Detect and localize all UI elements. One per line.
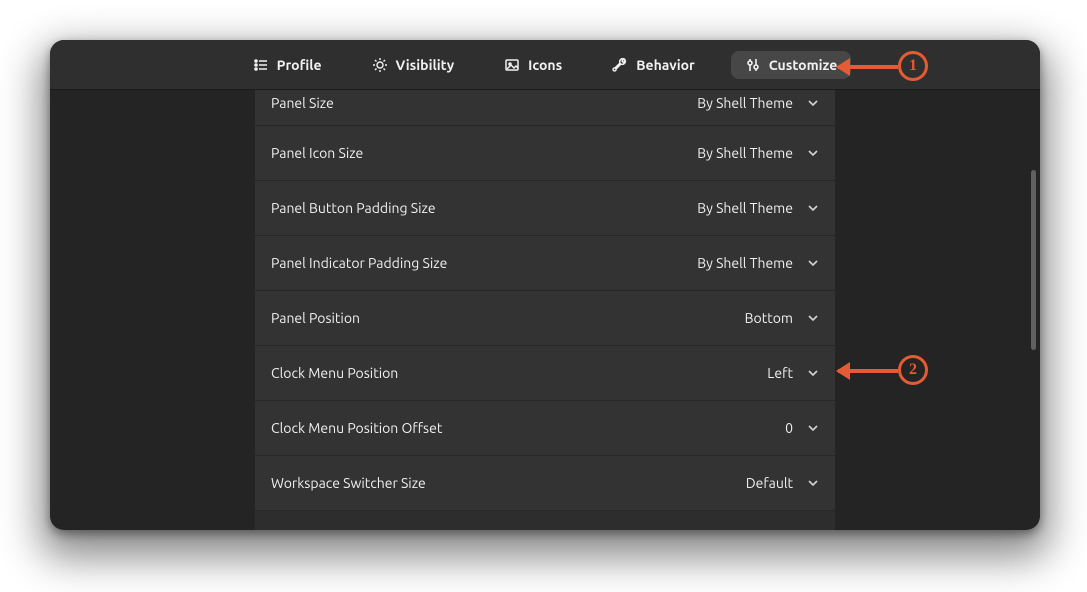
tab-label: Profile [277,57,322,73]
setting-row-panel-position[interactable]: Panel Position Bottom [255,291,835,346]
tab-profile[interactable]: Profile [239,51,336,79]
annotation-arrow-2 [838,369,898,373]
setting-label: Panel Indicator Padding Size [271,255,447,271]
image-icon [504,57,520,73]
setting-row-panel-icon-size[interactable]: Panel Icon Size By Shell Theme [255,126,835,181]
annotation-number: 1 [909,57,917,75]
setting-label: Panel Button Padding Size [271,200,436,216]
chevron-down-icon [807,312,819,324]
setting-label: Panel Icon Size [271,145,363,161]
settings-window: Profile Visibility [50,40,1040,530]
tab-label: Behavior [636,57,695,73]
setting-row-clock-menu-position[interactable]: Clock Menu Position Left [255,346,835,401]
annotation-arrow-1 [838,65,898,69]
tab-visibility[interactable]: Visibility [358,51,469,79]
sun-icon [372,57,388,73]
chevron-down-icon [807,202,819,214]
tab-customize[interactable]: Customize [731,51,852,79]
setting-value: By Shell Theme [697,95,793,111]
chevron-down-icon [807,477,819,489]
setting-row-workspace-switcher-size[interactable]: Workspace Switcher Size Default [255,456,835,511]
chevron-down-icon [807,97,819,109]
setting-value: 0 [785,420,793,436]
tab-label: Icons [528,57,562,73]
setting-row-panel-indicator-padding[interactable]: Panel Indicator Padding Size By Shell Th… [255,236,835,291]
tab-icons[interactable]: Icons [490,51,576,79]
setting-value: By Shell Theme [697,145,793,161]
settings-list: Panel Size By Shell Theme Panel Icon Siz… [255,90,835,530]
wrench-icon [612,57,628,73]
list-icon [253,57,269,73]
setting-row-panel-size[interactable]: Panel Size By Shell Theme [255,90,835,126]
tab-label: Customize [769,57,838,73]
setting-value: Left [767,365,793,381]
chevron-down-icon [807,367,819,379]
annotation-marker-1: 1 [898,51,928,81]
setting-value: Bottom [745,310,793,326]
sliders-icon [745,57,761,73]
scrollbar-thumb[interactable] [1031,170,1036,350]
setting-label: Panel Size [271,95,334,111]
setting-label: Panel Position [271,310,360,326]
setting-value: By Shell Theme [697,255,793,271]
annotation-marker-2: 2 [898,355,928,385]
setting-value: By Shell Theme [697,200,793,216]
setting-label: Workspace Switcher Size [271,475,426,491]
tab-label: Visibility [396,57,455,73]
chevron-down-icon [807,257,819,269]
setting-row-partial[interactable] [255,511,835,530]
tab-behavior[interactable]: Behavior [598,51,709,79]
content-area: Panel Size By Shell Theme Panel Icon Siz… [50,90,1040,530]
setting-value: Default [746,475,793,491]
setting-row-clock-menu-offset[interactable]: Clock Menu Position Offset 0 [255,401,835,456]
chevron-down-icon [807,147,819,159]
setting-row-panel-button-padding[interactable]: Panel Button Padding Size By Shell Theme [255,181,835,236]
annotation-number: 2 [909,361,917,379]
setting-label: Clock Menu Position [271,365,398,381]
chevron-down-icon [807,422,819,434]
setting-label: Clock Menu Position Offset [271,420,442,436]
